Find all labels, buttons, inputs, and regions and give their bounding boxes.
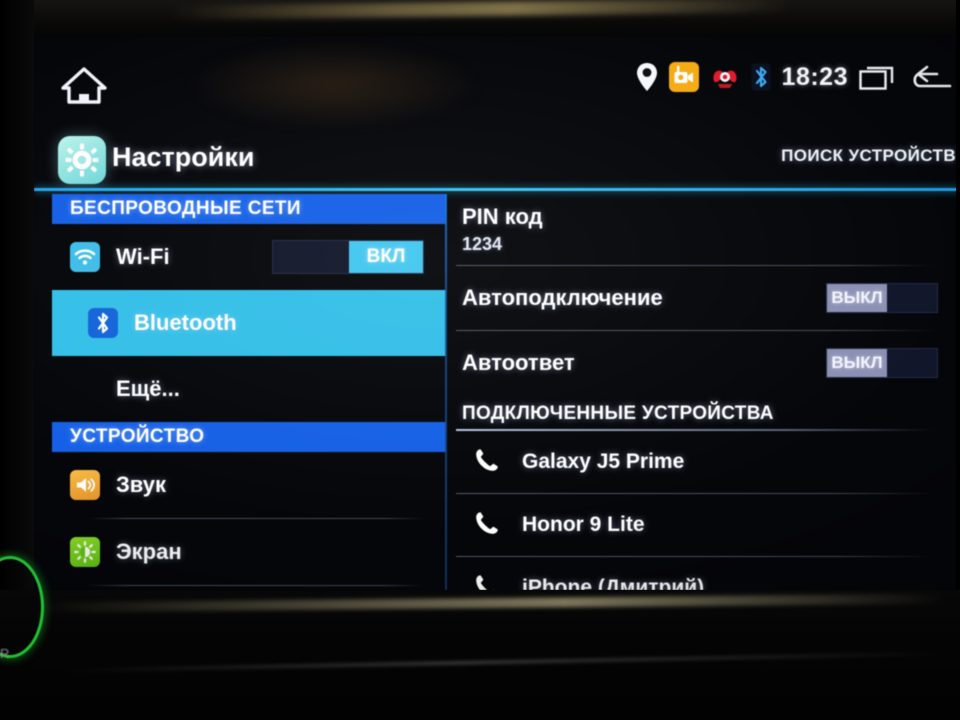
phone-handset-icon bbox=[474, 573, 500, 590]
sound-speaker-icon bbox=[70, 470, 100, 500]
app-header: Настройки ПОИСК УСТРОЙСТВ bbox=[34, 132, 960, 186]
pin-code-value: 1234 bbox=[462, 234, 503, 254]
sidebar-item-sound[interactable]: Звук bbox=[34, 452, 446, 518]
head-unit-screen: 18:23 Настройки ПОИСК УСТРОЙСТВ БЕСПРОВО… bbox=[34, 36, 960, 590]
section-header-device: УСТРОЙСТВО bbox=[52, 422, 446, 452]
paired-devices-header: ПОДКЛЮЧЕННЫЕ УСТРОЙСТВА bbox=[462, 403, 774, 424]
sidebar-item-more-label: Ещё... bbox=[116, 376, 180, 401]
autoanswer-toggle[interactable]: ВЫКЛ bbox=[826, 348, 938, 378]
sidebar-item-wifi-label: Wi-Fi bbox=[116, 244, 170, 269]
bluetooth-settings-pane: PIN код 1234 Автоподключение ВЫКЛ Автоот… bbox=[446, 194, 960, 590]
autoconnect-toggle-label: ВЫКЛ bbox=[827, 284, 887, 312]
wifi-toggle[interactable]: ВКЛ bbox=[272, 240, 424, 274]
settings-gear-icon bbox=[58, 136, 106, 184]
app-notification-icon bbox=[710, 63, 740, 91]
paired-device-row[interactable]: Galaxy J5 Prime bbox=[446, 431, 960, 493]
bluetooth-status-icon bbox=[751, 63, 771, 91]
sidebar-item-more[interactable]: Ещё... bbox=[34, 356, 446, 422]
status-icons: 18:23 bbox=[636, 62, 954, 92]
dashcam-icon bbox=[668, 62, 699, 92]
status-clock: 18:23 bbox=[781, 62, 848, 91]
sidebar-item-bluetooth[interactable]: Bluetooth bbox=[52, 290, 446, 356]
autoanswer-toggle-label: ВЫКЛ bbox=[827, 349, 887, 377]
sidebar-item-display[interactable]: Экран bbox=[34, 519, 446, 585]
head-unit-photo: 18:23 Настройки ПОИСК УСТРОЙСТВ БЕСПРОВО… bbox=[0, 0, 960, 720]
recents-icon[interactable] bbox=[859, 63, 899, 91]
paired-device-row[interactable]: Honor 9 Lite bbox=[446, 494, 960, 556]
phone-handset-icon bbox=[474, 510, 500, 541]
wifi-toggle-label: ВКЛ bbox=[349, 241, 423, 273]
bluetooth-icon bbox=[88, 308, 118, 338]
section-header-device-label: УСТРОЙСТВО bbox=[70, 426, 205, 447]
autoconnect-label: Автоподключение bbox=[462, 285, 663, 310]
header-divider bbox=[34, 188, 960, 191]
sidebar-item-bluetooth-label: Bluetooth bbox=[134, 310, 237, 335]
autoanswer-label: Автоответ bbox=[462, 350, 575, 375]
sidebar-item-wifi[interactable]: Wi-Fi ВКЛ bbox=[34, 224, 446, 290]
location-pin-icon bbox=[636, 62, 658, 92]
section-header-wireless: БЕСПРОВОДНЫЕ СЕТИ bbox=[52, 194, 446, 224]
status-bar: 18:23 bbox=[34, 56, 960, 112]
page-title: Настройки bbox=[112, 142, 255, 172]
sidebar-item-display-label: Экран bbox=[116, 539, 182, 564]
home-icon[interactable] bbox=[58, 64, 110, 106]
paired-device-row[interactable]: iPhone (Дмитрий) bbox=[446, 557, 960, 590]
autoconnect-item[interactable]: Автоподключение ВЫКЛ bbox=[446, 266, 960, 330]
section-header-wireless-label: БЕСПРОВОДНЫЕ СЕТИ bbox=[70, 198, 301, 219]
display-brightness-icon bbox=[70, 537, 100, 567]
pin-code-item[interactable]: PIN код 1234 bbox=[446, 194, 960, 265]
paired-device-name: Galaxy J5 Prime bbox=[522, 450, 685, 473]
paired-device-name: Honor 9 Lite bbox=[522, 513, 645, 536]
phone-handset-icon bbox=[474, 447, 500, 478]
sidebar-item-sound-label: Звук bbox=[116, 472, 167, 497]
autoanswer-item[interactable]: Автоответ ВЫКЛ bbox=[446, 331, 960, 395]
autoconnect-toggle[interactable]: ВЫКЛ bbox=[826, 283, 938, 313]
wifi-icon bbox=[70, 242, 100, 272]
paired-device-name: iPhone (Дмитрий) bbox=[522, 576, 705, 590]
back-arrow-icon[interactable] bbox=[910, 62, 954, 92]
search-devices-button[interactable]: ПОИСК УСТРОЙСТВ bbox=[781, 146, 956, 166]
knob-label: R bbox=[0, 646, 11, 661]
pin-code-label: PIN код bbox=[462, 204, 543, 229]
settings-menu-pane: БЕСПРОВОДНЫЕ СЕТИ Wi-Fi ВКЛ Bluetooth Ещ… bbox=[34, 194, 446, 590]
